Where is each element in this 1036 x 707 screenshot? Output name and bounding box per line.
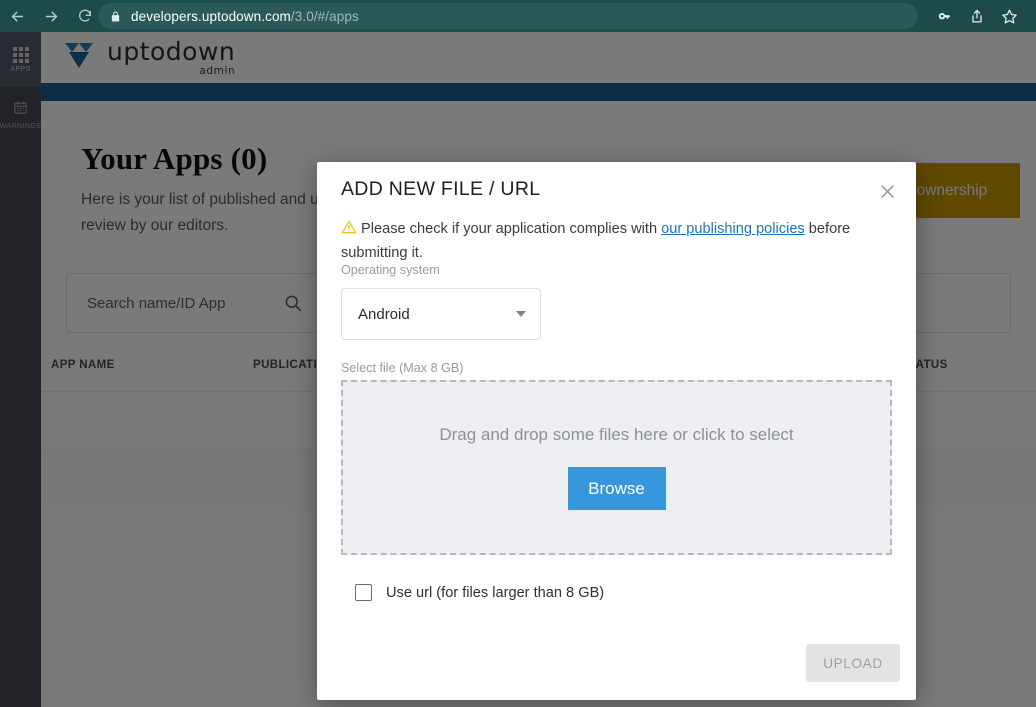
file-dropzone[interactable]: Drag and drop some files here or click t…	[341, 380, 892, 555]
url-path: /3.0/#/apps	[291, 9, 359, 24]
select-file-label: Select file (Max 8 GB)	[341, 361, 463, 375]
publishing-policies-link[interactable]: our publishing policies	[661, 221, 805, 237]
policy-notice: Please check if your application complie…	[341, 218, 869, 264]
address-bar[interactable]: developers.uptodown.com/3.0/#/apps	[98, 3, 918, 29]
share-icon[interactable]	[969, 8, 985, 25]
arrow-left-icon	[9, 8, 26, 25]
operating-system-select[interactable]: Android	[341, 288, 541, 340]
password-manager-icon[interactable]	[936, 8, 953, 25]
modal-close-button[interactable]	[874, 178, 900, 204]
dropzone-instruction: Drag and drop some files here or click t…	[439, 425, 793, 445]
upload-button[interactable]: UPLOAD	[806, 644, 900, 682]
bookmark-star-icon[interactable]	[1001, 8, 1018, 25]
browse-button[interactable]: Browse	[568, 467, 666, 510]
url-text: developers.uptodown.com/3.0/#/apps	[131, 9, 359, 24]
use-url-checkbox-label: Use url (for files larger than 8 GB)	[386, 585, 604, 601]
notice-text-prefix: Please check if your application complie…	[361, 221, 661, 237]
back-button[interactable]	[0, 0, 34, 32]
reload-button[interactable]	[68, 0, 102, 32]
lock-icon	[110, 10, 121, 23]
use-url-checkbox-row[interactable]: Use url (for files larger than 8 GB)	[341, 584, 604, 601]
warning-triangle-icon	[341, 219, 357, 242]
chevron-down-icon	[516, 311, 526, 317]
add-new-file-modal: ADD NEW FILE / URL Please check if your …	[317, 162, 916, 700]
forward-button[interactable]	[34, 0, 68, 32]
app-root: developers.uptodown.com/3.0/#/apps	[0, 0, 1036, 707]
operating-system-value: Android	[358, 306, 410, 323]
url-domain: developers.uptodown.com	[131, 9, 291, 24]
close-x-icon	[878, 182, 897, 201]
operating-system-label: Operating system	[341, 263, 440, 277]
modal-title: ADD NEW FILE / URL	[341, 178, 540, 201]
reload-icon	[77, 8, 93, 24]
arrow-right-icon	[43, 8, 60, 25]
browser-toolbar: developers.uptodown.com/3.0/#/apps	[0, 0, 1036, 32]
use-url-checkbox[interactable]	[355, 584, 372, 601]
browser-action-icons	[936, 0, 1028, 32]
